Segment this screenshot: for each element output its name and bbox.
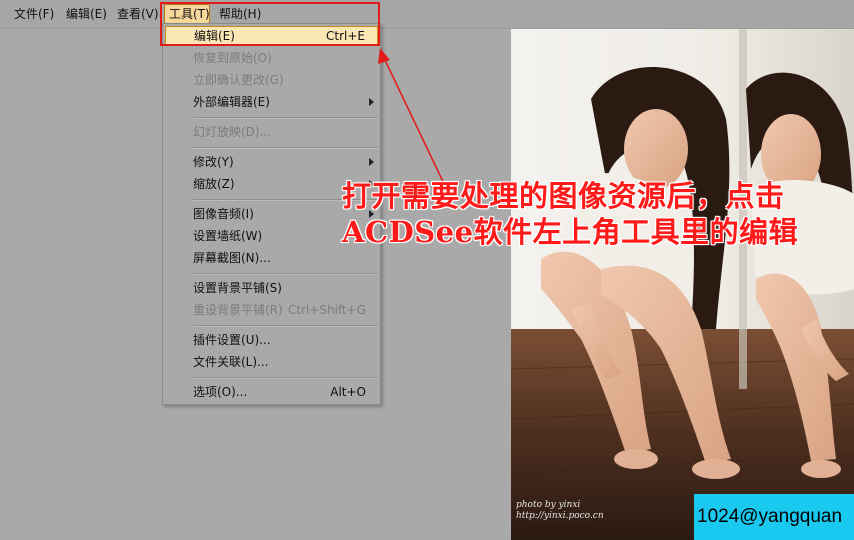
menu-separator bbox=[193, 117, 378, 119]
photo-credit-line2: http://yinxi.poco.cn bbox=[516, 511, 604, 521]
menu-item-label: 重设背景平铺(R) bbox=[193, 303, 283, 317]
annotation-line1: 打开需要处理的图像资源后，点击 bbox=[342, 179, 785, 213]
submenu-arrow-icon bbox=[369, 158, 374, 166]
menu-item-revert-original[interactable]: 恢复到原始(O) bbox=[165, 48, 378, 68]
menu-item-label: 插件设置(U)... bbox=[193, 333, 271, 347]
menu-item-reset-background-tile[interactable]: 重设背景平铺(R) Ctrl+Shift+G bbox=[165, 300, 378, 320]
menu-item-modify[interactable]: 修改(Y) bbox=[165, 152, 378, 172]
image-preview bbox=[511, 29, 854, 540]
menu-separator bbox=[193, 325, 378, 327]
menu-file[interactable]: 文件(F) bbox=[10, 4, 58, 24]
menu-separator bbox=[193, 147, 378, 149]
menu-item-slideshow[interactable]: 幻灯放映(D)... bbox=[165, 122, 378, 142]
menu-item-label: 设置墙纸(W) bbox=[193, 229, 263, 243]
menu-item-external-editor[interactable]: 外部编辑器(E) bbox=[165, 92, 378, 112]
menu-item-label: 幻灯放映(D)... bbox=[193, 125, 272, 139]
menu-item-shortcut: Alt+O bbox=[330, 385, 366, 399]
menu-item-label: 文件关联(L)... bbox=[193, 355, 269, 369]
menu-item-file-association[interactable]: 文件关联(L)... bbox=[165, 352, 378, 372]
menu-item-label: 屏幕截图(N)... bbox=[193, 251, 271, 265]
menu-item-edit[interactable]: 编辑(E) Ctrl+E bbox=[165, 26, 378, 46]
annotation-line2: ACDSee软件左上角工具里的编辑 bbox=[342, 215, 799, 249]
menu-tools[interactable]: 工具(T) bbox=[164, 4, 210, 24]
menu-item-shortcut: Ctrl+E bbox=[326, 29, 365, 43]
menu-item-label: 设置背景平铺(S) bbox=[193, 281, 282, 295]
photo-image bbox=[511, 29, 854, 540]
menu-view[interactable]: 查看(V) bbox=[113, 4, 163, 24]
watermark-badge: 1024@yangquan bbox=[694, 494, 854, 540]
menu-help[interactable]: 帮助(H) bbox=[215, 4, 265, 24]
photo-credit: photo by yinxi http://yinxi.poco.cn bbox=[516, 500, 604, 522]
photo-credit-line1: photo by yinxi bbox=[516, 500, 581, 510]
submenu-arrow-icon bbox=[369, 98, 374, 106]
menu-item-shortcut: Ctrl+Shift+G bbox=[287, 303, 366, 317]
instruction-annotation: 打开需要处理的图像资源后，点击 ACDSee软件左上角工具里的编辑 bbox=[342, 178, 854, 250]
menu-item-label: 编辑(E) bbox=[194, 29, 235, 43]
menu-edit[interactable]: 编辑(E) bbox=[62, 4, 111, 24]
menu-item-label: 选项(O)... bbox=[193, 385, 248, 399]
menu-item-label: 外部编辑器(E) bbox=[193, 95, 270, 109]
menu-separator bbox=[193, 377, 378, 379]
menu-item-label: 缩放(Z) bbox=[193, 177, 235, 191]
menu-item-options[interactable]: 选项(O)... Alt+O bbox=[165, 382, 378, 402]
menu-item-screenshot[interactable]: 屏幕截图(N)... bbox=[165, 248, 378, 268]
menu-bar: 文件(F) 编辑(E) 查看(V) 工具(T) 帮助(H) bbox=[0, 0, 854, 29]
menu-item-label: 图像音频(I) bbox=[193, 207, 254, 221]
menu-item-label: 立即确认更改(G) bbox=[193, 73, 284, 87]
menu-item-label: 修改(Y) bbox=[193, 155, 234, 169]
menu-item-label: 恢复到原始(O) bbox=[193, 51, 272, 65]
menu-item-confirm-changes[interactable]: 立即确认更改(G) bbox=[165, 70, 378, 90]
menu-separator bbox=[193, 273, 378, 275]
menu-item-set-background-tile[interactable]: 设置背景平铺(S) bbox=[165, 278, 378, 298]
menu-item-plugin-settings[interactable]: 插件设置(U)... bbox=[165, 330, 378, 350]
